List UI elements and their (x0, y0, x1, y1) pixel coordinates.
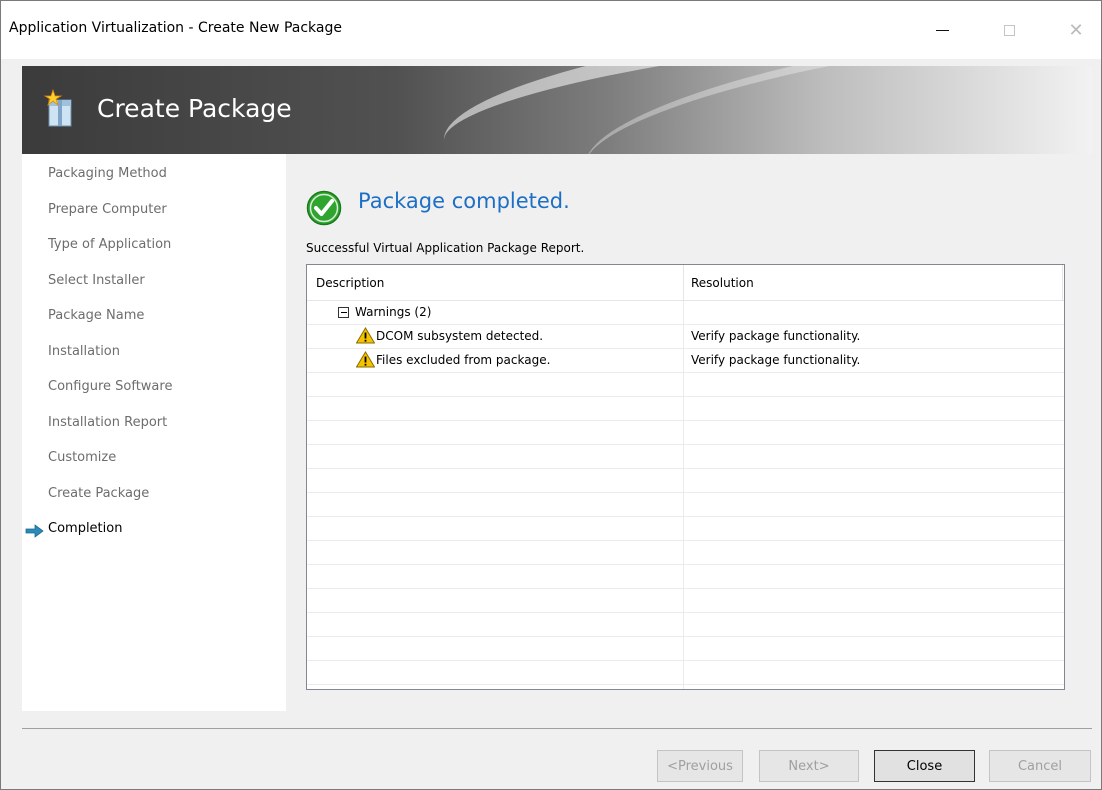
status-heading: Package completed. (358, 189, 570, 213)
report-grid[interactable]: Description Resolution Warnings (2) DCOM… (306, 264, 1065, 690)
row-gridline (307, 468, 1064, 469)
row-gridline (307, 324, 1064, 325)
close-window-button[interactable]: ✕ (1053, 1, 1099, 59)
nav-step-installation-report: Installation Report (48, 415, 168, 430)
column-gridline (683, 301, 684, 689)
nav-step-prepare-computer: Prepare Computer (48, 202, 167, 217)
app-window: Application Virtualization - Create New … (0, 0, 1102, 790)
previous-button[interactable]: <Previous (657, 750, 743, 782)
column-separator-end (1062, 265, 1063, 301)
nav-step-installation: Installation (48, 344, 121, 359)
row-gridline (307, 396, 1064, 397)
close-button[interactable]: Close (874, 750, 975, 782)
package-star-icon (44, 88, 72, 127)
success-check-icon (306, 190, 342, 226)
column-header-resolution[interactable]: Resolution (691, 276, 754, 290)
row-gridline (307, 420, 1064, 421)
row-gridline (307, 660, 1064, 661)
warning-icon (356, 327, 375, 344)
nav-step-select-installer: Select Installer (48, 273, 145, 288)
collapse-icon[interactable] (338, 306, 349, 318)
nav-step-package-name: Package Name (48, 308, 145, 323)
content-panel: Package completed. Successful Virtual Ap… (286, 154, 1092, 711)
column-header-description[interactable]: Description (316, 276, 384, 290)
row-gridline (307, 636, 1064, 637)
row-gridline (307, 492, 1064, 493)
title-bar: Application Virtualization - Create New … (1, 1, 1101, 59)
wizard-steps-nav: Packaging Method Prepare Computer Type o… (22, 154, 286, 711)
warnings-group-row[interactable]: Warnings (2) (338, 305, 431, 319)
window-title: Application Virtualization - Create New … (9, 20, 342, 36)
row-description: Files excluded from package. (376, 353, 551, 367)
nav-step-completion: Completion (48, 521, 123, 536)
column-separator[interactable] (683, 265, 684, 301)
nav-step-customize: Customize (48, 450, 117, 465)
current-step-arrow-icon (25, 524, 44, 538)
row-gridline (307, 444, 1064, 445)
row-gridline (307, 516, 1064, 517)
row-gridline (307, 588, 1064, 589)
header-banner: Create Package (22, 66, 1092, 154)
row-gridline (307, 540, 1064, 541)
report-label: Successful Virtual Application Package R… (306, 241, 585, 255)
warnings-group-label: Warnings (2) (355, 305, 432, 319)
row-gridline (307, 372, 1064, 373)
row-gridline (307, 564, 1064, 565)
row-resolution: Verify package functionality. (691, 329, 861, 343)
warning-icon (356, 351, 375, 368)
minimize-button[interactable] (919, 1, 965, 59)
footer-divider (22, 728, 1092, 729)
grid-header: Description Resolution (307, 265, 1064, 301)
row-gridline (307, 612, 1064, 613)
banner-title: Create Package (97, 94, 292, 123)
nav-step-type-of-application: Type of Application (48, 237, 172, 252)
nav-step-packaging-method: Packaging Method (48, 166, 167, 181)
nav-step-configure-software: Configure Software (48, 379, 173, 394)
maximize-button[interactable] (986, 1, 1032, 59)
row-resolution: Verify package functionality. (691, 353, 861, 367)
row-gridline (307, 348, 1064, 349)
maximize-icon (1003, 24, 1015, 36)
cancel-button[interactable]: Cancel (989, 750, 1091, 782)
row-description: DCOM subsystem detected. (376, 329, 544, 343)
row-gridline (307, 684, 1064, 685)
minimize-icon (935, 29, 949, 31)
nav-step-create-package: Create Package (48, 486, 150, 501)
close-icon: ✕ (1068, 19, 1084, 41)
next-button[interactable]: Next> (759, 750, 859, 782)
